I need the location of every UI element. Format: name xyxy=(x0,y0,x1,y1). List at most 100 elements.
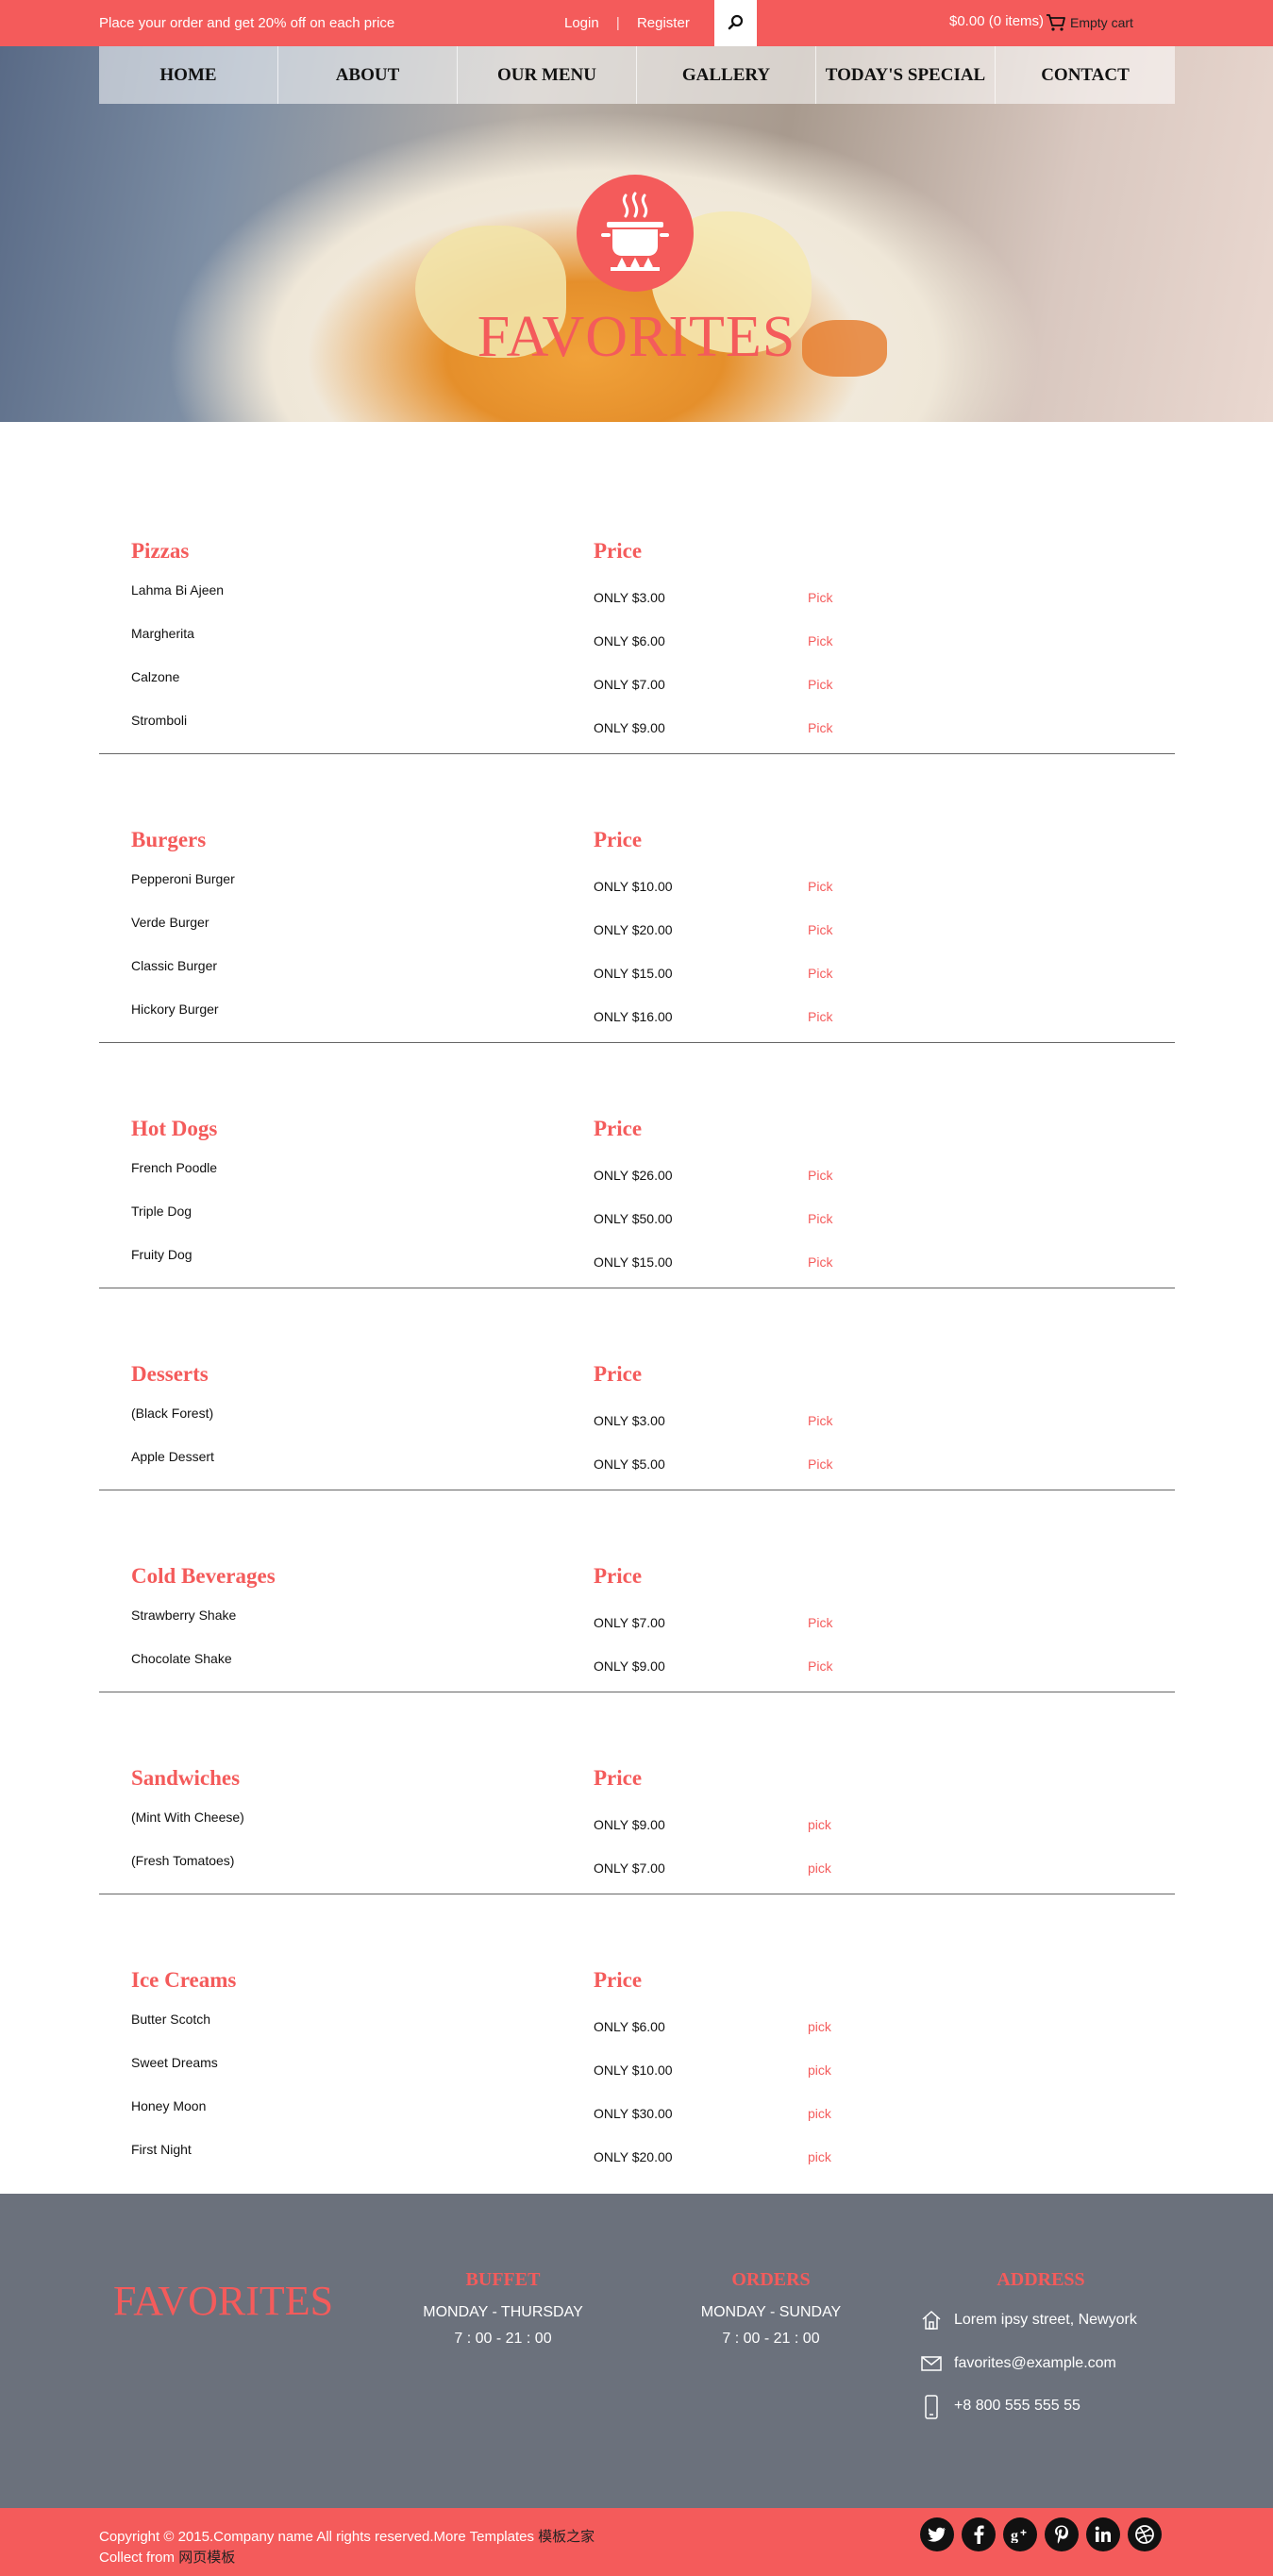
menu-item-row: Strawberry Shake ONLY $7.00 Pick xyxy=(99,1608,1175,1636)
nav-item-our-menu[interactable]: OUR MENU xyxy=(458,46,637,104)
dribbble-icon[interactable] xyxy=(1128,2517,1162,2551)
svg-text:+: + xyxy=(1020,2526,1027,2539)
pick-link[interactable]: pick xyxy=(808,2062,831,2078)
menu-item-name: (Black Forest) xyxy=(131,1406,214,1421)
menu-item-name: Lahma Bi Ajeen xyxy=(131,582,225,598)
address-block: ADDRESS xyxy=(928,2269,1154,2291)
orders-hours: ORDERS MONDAY - SUNDAY 7 : 00 - 21 : 00 xyxy=(658,2269,884,2348)
menu-item-name: Triple Dog xyxy=(131,1204,193,1219)
pick-link[interactable]: Pick xyxy=(808,1009,832,1024)
menu-item-price: ONLY $7.00 xyxy=(594,1860,665,1876)
pick-link[interactable]: Pick xyxy=(808,677,832,692)
twitter-icon[interactable] xyxy=(920,2517,954,2551)
menu-category-title: Pizzas xyxy=(131,539,190,563)
pick-link[interactable]: Pick xyxy=(808,922,832,937)
pick-link[interactable]: pick xyxy=(808,2149,831,2164)
email-link[interactable]: favorites@example.com xyxy=(954,2355,1116,2372)
cart-status[interactable]: Empty cart xyxy=(1070,15,1133,30)
search-icon xyxy=(728,14,744,30)
pick-link[interactable]: Pick xyxy=(808,1658,832,1674)
nav-item-gallery[interactable]: GALLERY xyxy=(637,46,816,104)
pick-link[interactable]: Pick xyxy=(808,633,832,648)
menu-section: Ice Creams Price Butter Scotch ONLY $6.00 pi… xyxy=(99,1894,1175,2240)
pick-link[interactable]: Pick xyxy=(808,1413,832,1428)
copyright-text: Copyright © 2015.Company name All rights… xyxy=(99,2529,534,2545)
nav-item-about[interactable]: ABOUT xyxy=(278,46,458,104)
menu-item-row: Fruity Dog ONLY $15.00 Pick xyxy=(99,1247,1175,1275)
pick-link[interactable]: Pick xyxy=(808,1211,832,1226)
register-link[interactable]: Register xyxy=(637,15,690,31)
menu-item-row: Hickory Burger ONLY $16.00 Pick xyxy=(99,1002,1175,1030)
pick-link[interactable]: Pick xyxy=(808,590,832,605)
phone-icon xyxy=(925,2395,938,2419)
menu-item-price: ONLY $20.00 xyxy=(594,922,673,937)
address-heading: ADDRESS xyxy=(997,2269,1085,2290)
menu-item-price: ONLY $30.00 xyxy=(594,2106,673,2121)
cart-icon[interactable] xyxy=(1046,13,1066,32)
cooking-pot-icon xyxy=(601,192,669,271)
menu-category-title: Burgers xyxy=(131,828,207,851)
menu-item-name: Honey Moon xyxy=(131,2098,207,2113)
menu-item-name: Fruity Dog xyxy=(131,1247,193,1262)
buffet-time: 7 : 00 - 21 : 00 xyxy=(454,2331,552,2347)
menu-item-price: ONLY $9.00 xyxy=(594,720,665,735)
menu-item-row: Honey Moon ONLY $30.00 pick xyxy=(99,2098,1175,2127)
menu-item-row: Lahma Bi Ajeen ONLY $3.00 Pick xyxy=(99,582,1175,611)
footer-logo[interactable]: FAVORITES xyxy=(113,2277,333,2325)
menu-item-name: Apple Dessert xyxy=(131,1449,214,1464)
menu-item-price: ONLY $5.00 xyxy=(594,1456,665,1472)
linkedin-icon[interactable] xyxy=(1086,2517,1120,2551)
nav-item-todays-special[interactable]: TODAY'S SPECIAL xyxy=(816,46,996,104)
svg-text:g: g xyxy=(1011,2528,1018,2543)
nav-item-home[interactable]: HOME xyxy=(99,46,278,104)
pick-link[interactable]: Pick xyxy=(808,966,832,981)
google-plus-icon[interactable]: g + xyxy=(1003,2517,1037,2551)
hero-title: FAVORITES xyxy=(477,305,796,369)
menu-item-name: Butter Scotch xyxy=(131,2012,211,2027)
menu-item-price: ONLY $9.00 xyxy=(594,1817,665,1832)
promo-text: Place your order and get 20% off on each… xyxy=(99,15,395,31)
menu-item-price: ONLY $3.00 xyxy=(594,1413,665,1428)
menu-section: Pizzas Price Lahma Bi Ajeen ONLY $3.00 Pick M… xyxy=(99,422,1175,754)
menu-item-price: ONLY $9.00 xyxy=(594,1658,665,1674)
nav-item-contact[interactable]: CONTACT xyxy=(996,46,1175,104)
menu-item-price: ONLY $26.00 xyxy=(594,1168,673,1183)
price-heading: Price xyxy=(594,1766,643,1790)
menu-item-price: ONLY $15.00 xyxy=(594,966,673,981)
main-nav: HOME ABOUT OUR MENU GALLERY TODAY'S SPEC… xyxy=(99,46,1175,104)
menu-item-price: ONLY $6.00 xyxy=(594,633,665,648)
menu-item-row: (Fresh Tomatoes) ONLY $7.00 pick xyxy=(99,1853,1175,1881)
cart-total[interactable]: $0.00 (0 items) xyxy=(949,13,1044,29)
pick-link[interactable]: pick xyxy=(808,1860,831,1876)
pick-link[interactable]: pick xyxy=(808,1817,831,1832)
menu-item-price: ONLY $3.00 xyxy=(594,590,665,605)
source-link[interactable]: 网页模板 xyxy=(178,2550,235,2566)
phone-text: +8 800 555 555 55 xyxy=(954,2398,1080,2414)
menu-item-price: ONLY $50.00 xyxy=(594,1211,673,1226)
pick-link[interactable]: Pick xyxy=(808,1615,832,1630)
menu-item-row: Butter Scotch ONLY $6.00 pick xyxy=(99,2012,1175,2040)
menu-item-price: ONLY $6.00 xyxy=(594,2019,665,2034)
templates-link[interactable]: 模板之家 xyxy=(538,2529,595,2545)
menu-item-name: Stromboli xyxy=(131,713,188,728)
pick-link[interactable]: Pick xyxy=(808,879,832,894)
footer: FAVORITES BUFFET MONDAY - THURSDAY 7 : 0… xyxy=(0,2194,1273,2508)
login-link[interactable]: Login xyxy=(564,15,599,31)
price-heading: Price xyxy=(594,1117,643,1140)
search-button[interactable] xyxy=(714,0,757,46)
pick-link[interactable]: pick xyxy=(808,2106,831,2121)
pick-link[interactable]: Pick xyxy=(808,720,832,735)
collect-text: Collect from xyxy=(99,2550,176,2566)
street-text: Lorem ipsy street, Newyork xyxy=(954,2312,1137,2328)
menu-item-name: Margherita xyxy=(131,626,194,641)
pick-link[interactable]: Pick xyxy=(808,1254,832,1270)
pick-link[interactable]: pick xyxy=(808,2019,831,2034)
pick-link[interactable]: Pick xyxy=(808,1168,832,1183)
pick-link[interactable]: Pick xyxy=(808,1456,832,1472)
price-heading: Price xyxy=(594,1968,643,1992)
auth-separator: | xyxy=(615,15,620,31)
pinterest-icon[interactable] xyxy=(1045,2517,1079,2551)
facebook-icon[interactable] xyxy=(962,2517,996,2551)
top-bar: Place your order and get 20% off on each… xyxy=(0,0,1273,46)
home-icon xyxy=(922,2310,941,2330)
